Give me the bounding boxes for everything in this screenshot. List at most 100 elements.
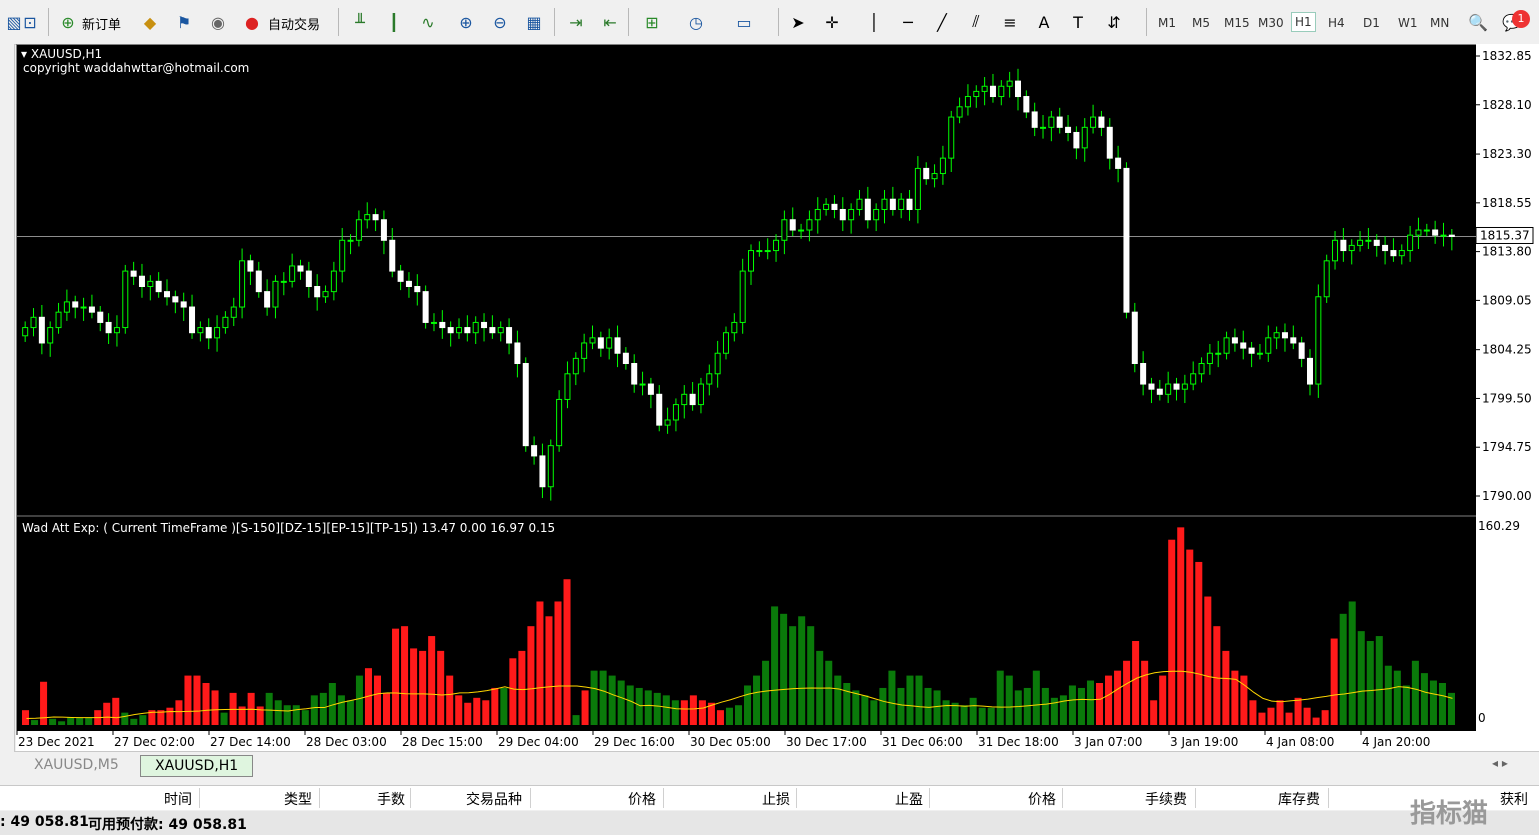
histogram-bar — [103, 702, 111, 725]
col-symbol[interactable]: 交易品种 — [466, 789, 522, 809]
vertical-line-icon[interactable]: │ — [862, 10, 886, 34]
histogram-bar — [184, 675, 192, 725]
chart-shift-icon[interactable]: ⇤ — [598, 10, 622, 34]
line-chart-icon[interactable]: ∿ — [416, 10, 440, 34]
timeframe-h1[interactable]: H1 — [1291, 12, 1316, 32]
timeframe-m30[interactable]: M30 — [1258, 16, 1284, 30]
candle-body — [1023, 96, 1030, 113]
histogram-bar — [1159, 675, 1167, 725]
histogram-bar — [112, 697, 120, 725]
candle-body — [856, 198, 863, 210]
candle-body — [1448, 234, 1455, 237]
candle-body — [230, 306, 237, 318]
col-commission[interactable]: 手续费 — [1145, 789, 1187, 809]
histogram-bar — [1420, 673, 1428, 725]
col-take-profit[interactable]: 止盈 — [895, 789, 923, 809]
candle-body — [1223, 337, 1230, 354]
col-current-price[interactable]: 价格 — [1028, 789, 1056, 809]
histogram-bar — [933, 690, 941, 725]
col-profit[interactable]: 获利 — [1500, 789, 1528, 809]
timeframe-h4[interactable]: H4 — [1328, 16, 1345, 30]
text-icon[interactable]: A — [1032, 10, 1056, 34]
col-swap[interactable]: 库存费 — [1278, 789, 1320, 809]
gold-icon[interactable]: ◆ — [138, 10, 162, 34]
trendline-icon[interactable]: ╱ — [930, 10, 954, 34]
search-icon[interactable]: 🔍 — [1466, 10, 1490, 34]
histogram-bar — [1321, 710, 1329, 725]
new-order-icon[interactable]: ⊕ — [56, 10, 80, 34]
zoom-in-icon[interactable]: ⊕ — [454, 10, 478, 34]
candle-body — [789, 219, 796, 231]
candle-body — [748, 250, 755, 272]
col-time[interactable]: 时间 — [164, 789, 192, 809]
tab-xauusd-m5[interactable]: XAUUSD,M5 — [20, 755, 133, 775]
col-type[interactable]: 类型 — [284, 789, 312, 809]
timeframe-m1[interactable]: M1 — [1158, 16, 1176, 30]
templates-icon[interactable]: ▭ — [732, 10, 756, 34]
histogram-bar — [437, 650, 445, 725]
trade-table-header: 时间 类型 手数 交易品种 价格 止损 止盈 价格 手续费 库存费 获利 — [0, 785, 1539, 810]
horizontal-line-icon[interactable]: ─ — [896, 10, 920, 34]
timeframe-m15[interactable]: M15 — [1224, 16, 1250, 30]
candle-body — [22, 327, 29, 337]
candle-body — [55, 311, 62, 329]
candle-body — [88, 306, 95, 313]
histogram-bar — [1249, 700, 1257, 725]
col-stop-loss[interactable]: 止损 — [762, 789, 790, 809]
histogram-bar — [58, 721, 66, 725]
histogram-bar — [870, 700, 878, 725]
candle-body — [172, 296, 179, 303]
date-tick-label: 30 Dec 05:00 — [690, 735, 771, 749]
indicators-icon[interactable]: ⊞ — [640, 10, 664, 34]
arrows-icon[interactable]: ⇵ — [1102, 10, 1126, 34]
signal-icon[interactable]: ◉ — [206, 10, 230, 34]
candle-body — [1440, 234, 1447, 237]
crosshair-tool-icon[interactable]: ✛ — [820, 10, 844, 34]
candle-body — [1081, 126, 1088, 149]
cursor-icon[interactable]: ➤ — [786, 10, 810, 34]
tile-windows-icon[interactable]: ▦ — [522, 10, 546, 34]
auto-trade-icon[interactable]: ● — [240, 10, 264, 34]
notification-badge[interactable]: 1 — [1512, 10, 1530, 28]
price-tick-label: 1823.30 — [1482, 147, 1532, 161]
periods-clock-icon[interactable]: ◷ — [684, 10, 708, 34]
tab-xauusd-h1[interactable]: XAUUSD,H1 — [140, 755, 254, 777]
toolbar-separator — [554, 8, 555, 36]
equidistant-channel-icon[interactable]: ⫽ — [964, 10, 988, 34]
text-label-icon[interactable]: T — [1066, 10, 1090, 34]
histogram-bar — [482, 700, 490, 725]
tabs-scroll-arrows[interactable]: ◂ ▸ — [1492, 756, 1508, 770]
zoom-out-icon[interactable]: ⊖ — [488, 10, 512, 34]
col-price[interactable]: 价格 — [628, 789, 656, 809]
zoom-window-icon[interactable]: ⊡ — [18, 10, 42, 34]
bar-chart-icon[interactable]: ╨ — [348, 10, 372, 34]
candle-body — [564, 373, 571, 400]
col-lots[interactable]: 手数 — [377, 789, 405, 809]
histogram-bar — [545, 616, 553, 725]
histogram-bar — [1312, 717, 1320, 725]
candle-body — [1357, 239, 1364, 246]
histogram-bar — [1276, 700, 1284, 725]
timeframe-w1[interactable]: W1 — [1398, 16, 1418, 30]
new-order-button[interactable]: 新订单 — [82, 14, 121, 33]
candle-body — [681, 393, 688, 406]
chart-window[interactable]: ▾ XAUUSD,H1 copyright waddahwttar@hotmai… — [16, 44, 1477, 733]
candle-body — [672, 404, 679, 421]
candle-body — [247, 260, 254, 272]
histogram-bar — [301, 710, 309, 725]
histogram-bar — [662, 695, 670, 725]
histogram-bar — [581, 690, 589, 725]
candlestick-icon[interactable]: ┃ — [382, 10, 406, 34]
timeframe-mn[interactable]: MN — [1430, 16, 1449, 30]
auto-trade-button[interactable]: 自动交易 — [268, 14, 320, 33]
chart-canvas — [17, 68, 1476, 725]
auto-scroll-icon[interactable]: ⇥ — [564, 10, 588, 34]
histogram-bar — [428, 636, 436, 725]
fibonacci-icon[interactable]: ≡ — [998, 10, 1022, 34]
timeframe-d1[interactable]: D1 — [1363, 16, 1380, 30]
histogram-bar — [1294, 697, 1302, 725]
date-tick-label: 4 Jan 08:00 — [1266, 735, 1334, 749]
candle-body — [1006, 80, 1013, 87]
timeframe-m5[interactable]: M5 — [1192, 16, 1210, 30]
history-center-icon[interactable]: ⚑ — [172, 10, 196, 34]
